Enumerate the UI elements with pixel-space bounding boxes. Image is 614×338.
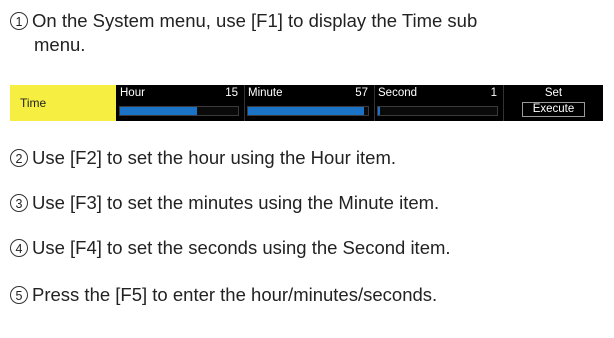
execute-button[interactable]: Execute — [522, 102, 585, 117]
menu-title: Time — [10, 85, 116, 121]
step-text: Press the [F5] to enter the hour/minutes… — [32, 284, 438, 305]
second-control[interactable]: Second 1 — [375, 85, 502, 121]
step-number: 1 — [10, 12, 28, 30]
set-label: Set — [544, 87, 563, 99]
step-text: Use [F2] to set the hour using the Hour … — [32, 147, 397, 168]
hour-control[interactable]: Hour 15 — [117, 85, 243, 121]
minute-control[interactable]: Minute 57 — [245, 85, 373, 121]
step-text: On the System menu, use [F1] to display … — [32, 10, 478, 31]
minute-value: 57 — [355, 87, 368, 99]
step-5: 5 Press the [F5] to enter the hour/minute… — [10, 283, 437, 307]
hour-slider[interactable] — [119, 106, 239, 116]
second-slider-fill — [378, 107, 381, 115]
hour-label: Hour — [120, 87, 145, 99]
hour-value: 15 — [225, 87, 238, 99]
step-2: 2 Use [F2] to set the hour using the Hour… — [10, 146, 396, 170]
step-3: 3 Use [F3] to set the minutes using the M… — [10, 191, 439, 215]
step-text: Use [F4] to set the seconds using the Se… — [32, 237, 451, 258]
step-number: 4 — [10, 239, 28, 257]
second-label: Second — [378, 87, 418, 99]
time-submenu-panel: Time Hour 15 Minute 57 Second 1 Set Exec… — [10, 85, 603, 121]
step-number: 3 — [10, 194, 28, 212]
hour-slider-fill — [120, 107, 197, 115]
minute-slider[interactable] — [247, 106, 369, 116]
step-4: 4 Use [F4] to set the seconds using the S… — [10, 236, 451, 260]
step-number: 5 — [10, 286, 28, 304]
minute-label: Minute — [248, 87, 283, 99]
second-slider[interactable] — [377, 106, 498, 116]
second-value: 1 — [490, 87, 497, 99]
step-number: 2 — [10, 149, 28, 167]
step-text-continued: menu. — [34, 34, 86, 55]
step-text: Use [F3] to set the minutes using the Mi… — [32, 192, 440, 213]
set-control: Set Execute — [504, 85, 603, 121]
step-1: 1 On the System menu, use [F1] to display… — [10, 9, 477, 57]
minute-slider-fill — [248, 107, 365, 115]
